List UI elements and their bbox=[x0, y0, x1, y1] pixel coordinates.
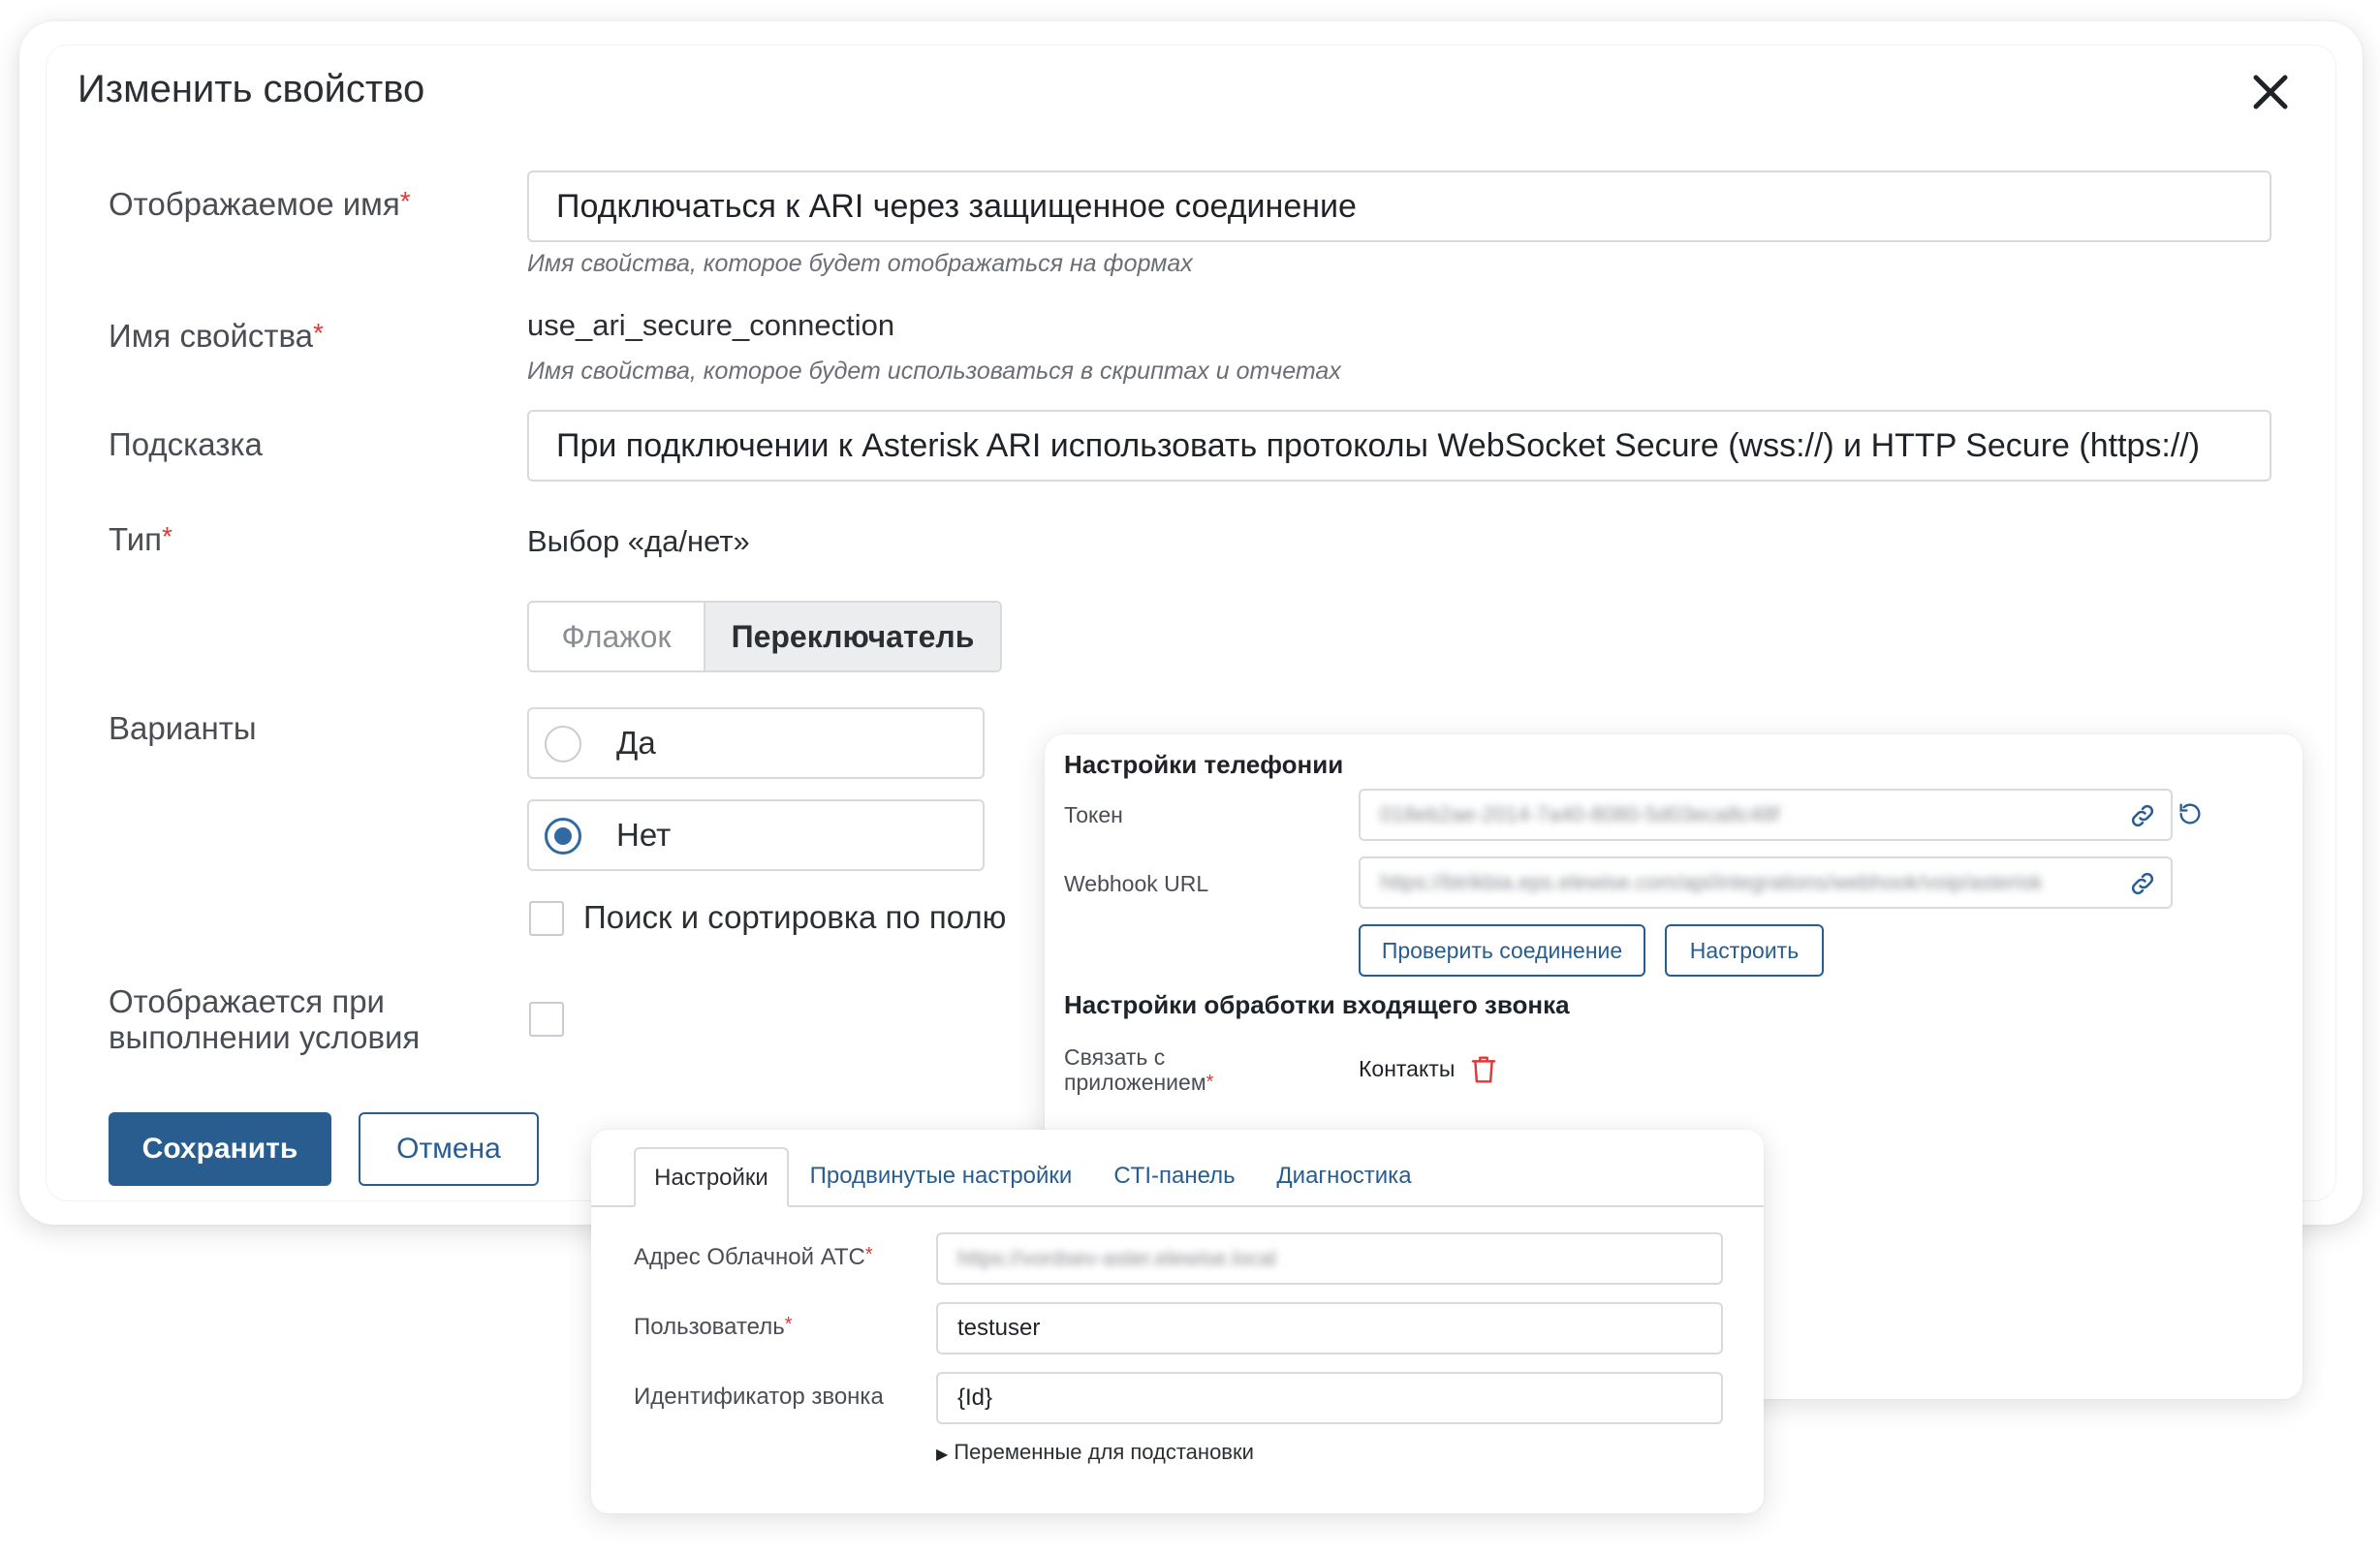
token-input[interactable]: 018eb2ae-2014-7a40-8080-5d03eca8c48f bbox=[1359, 789, 2173, 841]
configure-button[interactable]: Настроить bbox=[1665, 924, 1824, 977]
variant-option-no[interactable]: Нет bbox=[527, 799, 985, 871]
user-label: Пользователь* bbox=[634, 1314, 793, 1340]
required-marker: * bbox=[1206, 1072, 1214, 1093]
close-icon[interactable] bbox=[2248, 70, 2293, 114]
dialog-title: Изменить свойство bbox=[78, 68, 425, 110]
display-name-input[interactable]: Подключаться к ARI через защищенное соед… bbox=[527, 171, 2271, 242]
tab-cti-panel[interactable]: CTI-панель bbox=[1109, 1147, 1240, 1207]
segment-checkbox[interactable]: Флажок bbox=[529, 603, 704, 670]
webhook-value: https://btrikbia.eps.elewise.com/api/int… bbox=[1380, 870, 2043, 894]
property-name-hint: Имя свойства, которое будет использовать… bbox=[527, 358, 1341, 385]
variant-option-label: Да bbox=[616, 725, 656, 761]
property-name-value: use_ari_secure_connection bbox=[527, 308, 895, 342]
tab-advanced-settings[interactable]: Продвинутые настройки bbox=[802, 1147, 1080, 1207]
tooltip-label: Подсказка bbox=[109, 426, 263, 462]
pbx-address-input[interactable]: https://vordsev-aster.elewise.local bbox=[936, 1232, 1723, 1285]
incoming-call-title: Настройки обработки входящего звонка bbox=[1064, 990, 1570, 1019]
variant-option-yes[interactable]: Да bbox=[527, 707, 985, 779]
refresh-icon[interactable] bbox=[2176, 800, 2204, 827]
link-app-value: Контакты bbox=[1359, 1056, 1456, 1081]
webhook-input[interactable]: https://btrikbia.eps.elewise.com/api/int… bbox=[1359, 856, 2173, 909]
telephony-title: Настройки телефонии bbox=[1064, 750, 1344, 779]
variants-label: Варианты bbox=[109, 710, 257, 746]
webhook-label: Webhook URL bbox=[1064, 871, 1209, 896]
display-mode-segmented-control: Флажок Переключатель bbox=[527, 601, 1002, 672]
search-sort-label: Поиск и сортировка по полю bbox=[583, 899, 1007, 935]
check-connection-button[interactable]: Проверить соединение bbox=[1359, 924, 1645, 977]
search-sort-checkbox[interactable] bbox=[529, 901, 564, 936]
type-label: Тип* bbox=[109, 521, 172, 557]
display-name-hint: Имя свойства, которое будет отображаться… bbox=[527, 250, 1193, 277]
radio-checked-icon bbox=[545, 818, 581, 855]
call-id-label: Идентификатор звонка bbox=[634, 1384, 884, 1410]
pbx-address-label: Адрес Облачной АТС* bbox=[634, 1244, 873, 1270]
required-marker: * bbox=[162, 521, 172, 551]
conditional-label: Отображается при выполнении условия bbox=[109, 983, 421, 1055]
tab-settings[interactable]: Настройки bbox=[634, 1147, 789, 1207]
user-input[interactable]: testuser bbox=[936, 1302, 1723, 1354]
call-id-input[interactable]: {Id} bbox=[936, 1372, 1723, 1424]
triangle-right-icon: ▶ bbox=[936, 1447, 949, 1463]
pbx-address-value: https://vordsev-aster.elewise.local bbox=[957, 1246, 1276, 1270]
tab-diagnostics[interactable]: Диагностика bbox=[1271, 1147, 1417, 1207]
type-value: Выбор «да/нет» bbox=[527, 524, 750, 558]
link-app-label: Связать с приложением* bbox=[1064, 1044, 1214, 1095]
radio-unchecked-icon bbox=[545, 726, 581, 762]
required-marker: * bbox=[784, 1314, 793, 1335]
property-name-label: Имя свойства* bbox=[109, 318, 324, 354]
variant-option-label: Нет bbox=[616, 817, 672, 853]
conditional-checkbox[interactable] bbox=[529, 1002, 564, 1037]
link-icon[interactable] bbox=[2128, 869, 2157, 898]
cancel-button[interactable]: Отмена bbox=[359, 1112, 539, 1186]
variables-label: Переменные для подстановки bbox=[954, 1440, 1254, 1464]
tooltip-input[interactable]: При подключении к Asterisk ARI использов… bbox=[527, 410, 2271, 482]
trash-icon[interactable] bbox=[1469, 1054, 1498, 1085]
integration-settings-panel: Настройки Продвинутые настройки CTI-пане… bbox=[591, 1130, 1764, 1513]
token-label: Токен bbox=[1064, 802, 1123, 827]
token-value: 018eb2ae-2014-7a40-8080-5d03eca8c48f bbox=[1380, 802, 1780, 826]
required-marker: * bbox=[399, 186, 411, 216]
required-marker: * bbox=[864, 1244, 873, 1265]
segment-switch[interactable]: Переключатель bbox=[704, 603, 1000, 670]
link-icon[interactable] bbox=[2128, 801, 2157, 830]
save-button[interactable]: Сохранить bbox=[109, 1112, 331, 1186]
variables-disclosure[interactable]: ▶ Переменные для подстановки bbox=[936, 1440, 1254, 1465]
display-name-label: Отображаемое имя* bbox=[109, 186, 411, 222]
required-marker: * bbox=[313, 318, 324, 348]
